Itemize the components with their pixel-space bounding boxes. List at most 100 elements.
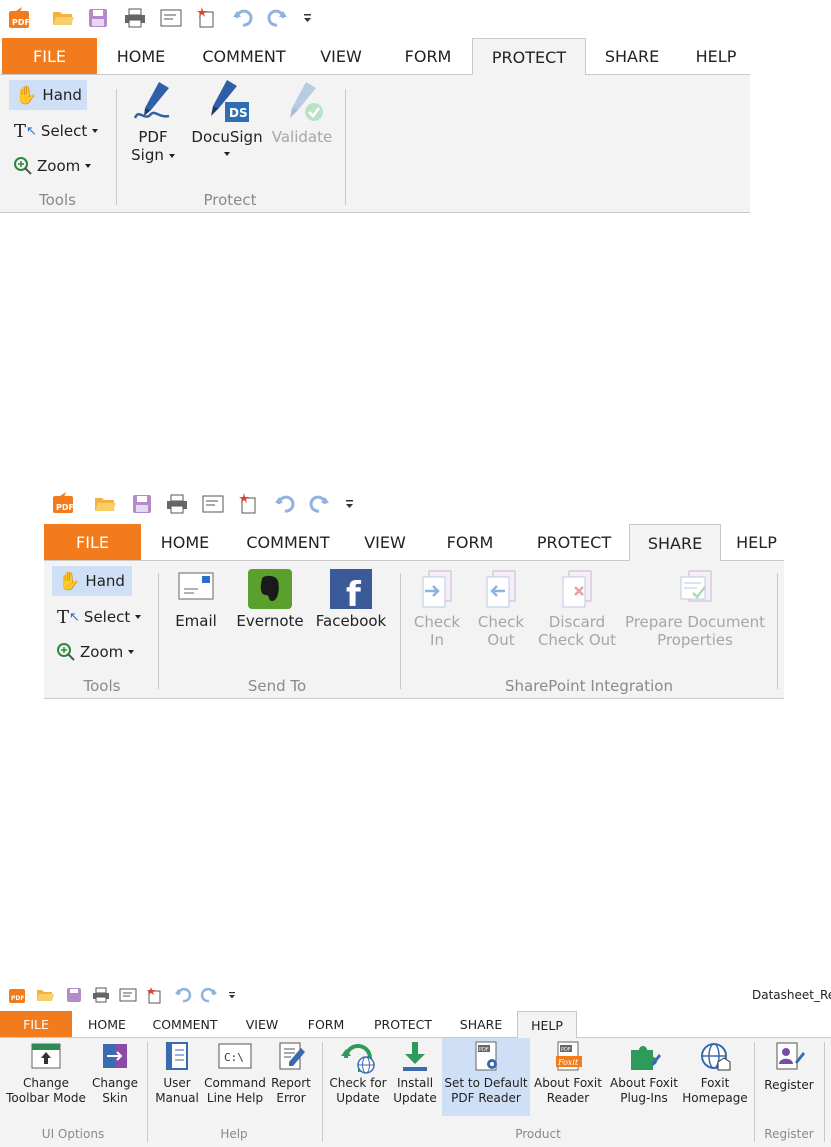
about-foxit-plugins-button[interactable]: About Foxit Plug-Ins [606,1040,682,1106]
zoom-dropdown-icon[interactable] [128,650,135,654]
print-icon[interactable] [92,987,110,1003]
set-default-pdf-reader-button[interactable]: PDF Set to Default PDF Reader [442,1038,530,1116]
save-icon[interactable] [66,987,82,1003]
docusign-dropdown-icon[interactable] [224,152,230,156]
select-dropdown-icon[interactable] [92,129,99,133]
tab-form[interactable]: FORM [395,38,461,74]
svg-text:PDF: PDF [12,18,30,27]
facebook-button[interactable]: f Facebook [314,569,388,630]
customize-dropdown-icon[interactable] [229,992,236,1000]
group-label-product: Product [515,1127,561,1141]
validate-icon [278,78,326,124]
tab-view[interactable]: VIEW [354,524,416,560]
tab-share[interactable]: SHARE [597,38,667,74]
about-foxit-reader-button[interactable]: PDF Foxit About Foxit Reader [532,1040,604,1106]
select-tool-button[interactable]: T ↖ Select [52,603,152,631]
tab-share[interactable]: SHARE [452,1011,510,1037]
tab-share[interactable]: SHARE [629,524,721,561]
register-button[interactable]: Register [758,1040,820,1093]
print-icon[interactable] [124,8,146,28]
evernote-button[interactable]: Evernote [230,569,310,630]
tab-protect[interactable]: PROTECT [364,1011,442,1037]
tab-comment[interactable]: COMMENT [234,524,342,560]
change-skin-button[interactable]: Change Skin [88,1040,142,1106]
open-folder-icon[interactable] [52,8,74,28]
tab-form[interactable]: FORM [300,1011,352,1037]
tab-file[interactable]: FILE [2,38,97,74]
select-label: Select [40,122,88,140]
command-line-help-button[interactable]: C:\ Command Line Help [204,1040,266,1106]
tab-protect[interactable]: PROTECT [472,38,586,75]
pdf-sign-button[interactable]: PDF Sign [122,78,184,164]
pdf-sign-dropdown-icon[interactable] [168,153,175,158]
new-icon[interactable] [238,492,258,514]
undo-icon[interactable] [174,987,192,1003]
check-in-label-2: In [430,631,444,649]
tab-home[interactable]: HOME [80,1011,134,1037]
foxit-homepage-label-1: Foxit [700,1076,730,1090]
tab-file[interactable]: FILE [0,1011,72,1037]
save-icon[interactable] [132,494,152,514]
properties-icon[interactable] [160,9,182,27]
pdf-sign-pen-icon [129,78,177,124]
zoom-tool-button[interactable]: Zoom [9,152,109,180]
tab-view[interactable]: VIEW [310,38,372,74]
change-toolbar-mode-button[interactable]: Change Toolbar Mode [4,1040,88,1106]
properties-icon[interactable] [119,988,137,1002]
validate-label: Validate [271,128,333,146]
open-folder-icon[interactable] [94,494,116,514]
check-out-button[interactable]: Check Out [470,569,532,649]
report-error-button[interactable]: Report Error [266,1040,316,1106]
group-label-send-to: Send To [247,677,307,695]
tab-help[interactable]: HELP [687,38,745,74]
tab-view[interactable]: VIEW [236,1011,288,1037]
tab-form[interactable]: FORM [437,524,503,560]
tab-home[interactable]: HOME [105,38,177,74]
user-manual-button[interactable]: User Manual [152,1040,202,1106]
foxit-homepage-button[interactable]: Foxit Homepage [682,1040,748,1106]
zoom-dropdown-icon[interactable] [85,164,92,168]
discard-check-out-button[interactable]: Discard Check Out [534,569,620,649]
select-tool-button[interactable]: T ↖ Select [9,117,109,145]
foxit-logo-icon[interactable]: PDF [52,492,74,514]
tab-protect[interactable]: PROTECT [518,524,630,560]
select-dropdown-icon[interactable] [135,615,142,619]
tab-comment[interactable]: COMMENT [190,38,298,74]
tab-home[interactable]: HOME [149,524,221,560]
redo-icon[interactable] [308,494,330,514]
hand-label: Hand [85,572,125,590]
print-icon[interactable] [166,494,188,514]
tab-file[interactable]: FILE [44,524,141,560]
pdf-sign-label-2: Sign [131,146,164,164]
tab-help[interactable]: HELP [729,524,784,560]
redo-icon[interactable] [266,8,288,28]
email-button[interactable]: Email [168,569,224,630]
foxit-logo-icon[interactable]: PDF [8,986,26,1004]
new-icon[interactable] [196,6,216,28]
save-icon[interactable] [88,8,108,28]
open-folder-icon[interactable] [36,987,54,1003]
zoom-tool-button[interactable]: Zoom [52,638,152,666]
docusign-button[interactable]: DS DocuSign [188,78,266,156]
prepare-document-properties-button[interactable]: Prepare Document Properties [624,569,766,649]
about-foxit-reader-label-1: About Foxit [534,1076,602,1090]
redo-icon[interactable] [200,987,218,1003]
svg-text:f: f [346,575,362,609]
undo-icon[interactable] [274,494,296,514]
share-ribbon: PDF FILE HOME COMMENT VIEW FORM PROTECT … [44,484,784,699]
new-icon[interactable] [146,986,162,1004]
customize-dropdown-icon[interactable] [346,500,354,510]
check-in-button[interactable]: Check In [406,569,468,649]
install-update-button[interactable]: Install Update [390,1040,440,1106]
hand-tool-button[interactable]: ✋ Hand [52,566,132,596]
undo-icon[interactable] [232,8,254,28]
validate-button[interactable]: Validate [270,78,334,146]
hand-tool-button[interactable]: ✋ Hand [9,80,87,110]
properties-icon[interactable] [202,495,224,513]
docusign-label: DocuSign [191,128,263,146]
tab-help[interactable]: HELP [517,1011,577,1038]
tab-comment[interactable]: COMMENT [146,1011,224,1037]
foxit-logo-icon[interactable]: PDF [8,7,30,29]
check-for-update-button[interactable]: Check for Update [326,1040,390,1106]
customize-dropdown-icon[interactable] [304,14,312,24]
